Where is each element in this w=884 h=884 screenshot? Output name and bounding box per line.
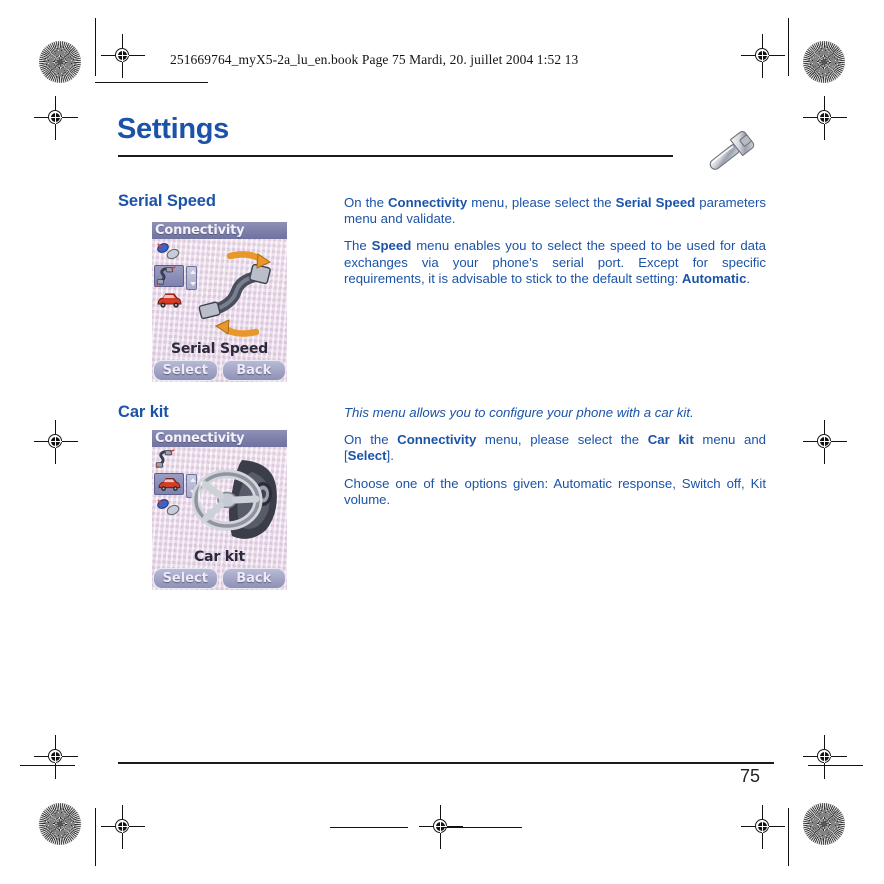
car-icon xyxy=(154,289,184,311)
crop-mark-horizontal-bottom-center-right xyxy=(444,827,522,829)
car-icon xyxy=(154,473,197,498)
crop-mark-horizontal-bottom-center-left xyxy=(330,827,408,829)
registration-mark-right-upper xyxy=(803,96,847,140)
phone-softkey-bar: Select Back xyxy=(152,568,287,590)
crop-mark-vertical-left-bottom xyxy=(95,808,97,866)
crop-mark-vertical-right-top xyxy=(788,18,790,76)
phone-menu-icon-list xyxy=(154,241,197,313)
softkey-back[interactable]: Back xyxy=(221,568,286,589)
phone-screenshot-car-kit: Connectivity Car kit Select Back xyxy=(152,430,287,590)
softkey-select[interactable]: Select xyxy=(153,360,218,381)
wrench-icon xyxy=(700,128,762,176)
registration-mark-bottom-right xyxy=(741,805,785,849)
irda-icon xyxy=(154,497,184,519)
phone-caption: Car kit xyxy=(194,549,245,565)
registration-mark-left-middle xyxy=(34,420,78,464)
print-density-star-bottom-right xyxy=(803,803,845,845)
phone-softkey-bar: Select Back xyxy=(152,360,287,382)
registration-mark-left-upper xyxy=(34,96,78,140)
header-rule xyxy=(95,82,208,84)
section-serial-speed: Serial Speed xyxy=(118,192,216,211)
crop-mark-horizontal-right-bottom xyxy=(808,765,863,767)
section-car-kit: Car kit xyxy=(118,403,169,422)
page-title: Settings xyxy=(117,113,229,145)
crop-mark-horizontal-left-bottom xyxy=(20,765,75,767)
registration-mark-left-lower xyxy=(34,735,78,779)
serial-cable-icon xyxy=(154,449,184,471)
registration-mark-bottom-left xyxy=(101,805,145,849)
footer-rule xyxy=(118,762,774,764)
print-density-star-bottom-left xyxy=(39,803,81,845)
crop-mark-vertical-left-top xyxy=(95,18,97,76)
registration-mark-top-right xyxy=(741,34,785,78)
page-number: 75 xyxy=(740,766,761,786)
registration-mark-right-lower xyxy=(803,735,847,779)
print-density-star-top-left xyxy=(39,41,81,83)
title-rule xyxy=(118,155,673,157)
section-heading: Car kit xyxy=(118,403,169,421)
serial-cable-icon xyxy=(154,265,197,290)
serial-cable-artwork xyxy=(194,244,284,344)
section-body-car-kit: This menu allows you to configure your p… xyxy=(344,405,766,507)
softkey-back[interactable]: Back xyxy=(221,360,286,381)
phone-caption: Serial Speed xyxy=(170,341,269,357)
section-body-serial-speed: On the Connectivity menu, please select … xyxy=(344,195,766,286)
printed-page: 251669764_myX5-2a_lu_en.book Page 75 Mar… xyxy=(0,0,884,884)
crop-mark-vertical-right-bottom xyxy=(788,808,790,866)
phone-title-bar: Connectivity xyxy=(152,430,287,447)
print-density-star-top-right xyxy=(803,41,845,83)
phone-menu-icon-list xyxy=(154,449,197,521)
print-header-text: 251669764_myX5-2a_lu_en.book Page 75 Mar… xyxy=(170,52,579,67)
steering-wheel-artwork xyxy=(190,454,285,544)
phone-screenshot-serial-speed: Connectivity Serial Speed Select Back xyxy=(152,222,287,382)
phone-title-bar: Connectivity xyxy=(152,222,287,239)
registration-mark-top-left xyxy=(101,34,145,78)
registration-mark-right-middle xyxy=(803,420,847,464)
softkey-select[interactable]: Select xyxy=(153,568,218,589)
irda-icon xyxy=(154,241,184,263)
section-heading: Serial Speed xyxy=(118,192,216,210)
